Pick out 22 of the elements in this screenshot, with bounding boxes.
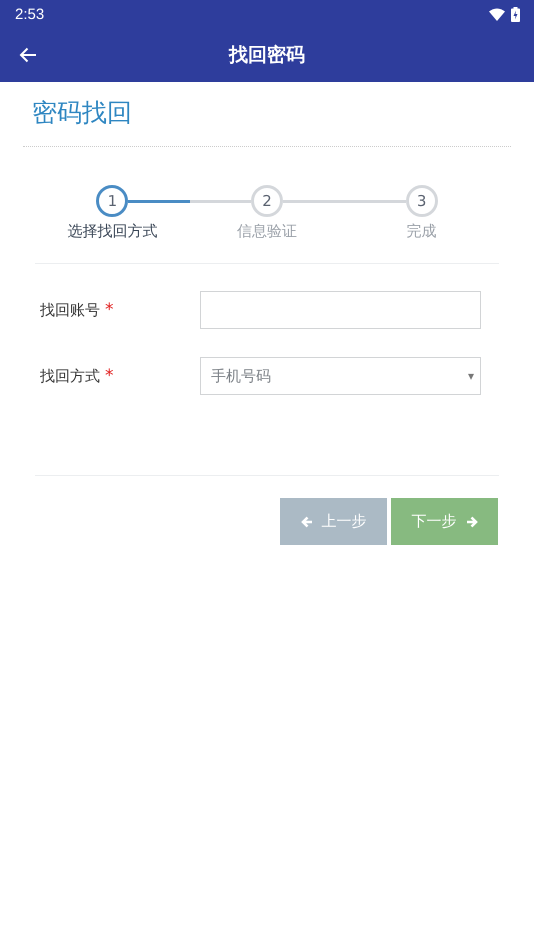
page-heading: 密码找回 — [32, 97, 133, 129]
step-circle: 1 — [96, 185, 128, 217]
previous-step-button[interactable]: 上一步 — [280, 498, 387, 545]
method-select-field[interactable]: 手机号码 ▾ — [200, 357, 481, 395]
field-label: 找回方式 — [40, 366, 100, 386]
required-mark: * — [105, 300, 114, 320]
left-arrow-icon — [300, 516, 312, 528]
back-arrow-icon — [19, 47, 37, 63]
next-step-button[interactable]: 下一步 — [391, 498, 498, 545]
step-label: 信息验证 — [237, 222, 297, 241]
step-circle: 2 — [251, 185, 284, 217]
account-input-field[interactable] — [200, 291, 481, 329]
wifi-icon — [489, 8, 505, 20]
step-circle: 3 — [406, 185, 438, 217]
battery-icon — [511, 6, 520, 22]
app-bar-title: 找回密码 — [229, 43, 305, 68]
required-mark: * — [105, 366, 114, 386]
status-time: 2:53 — [15, 6, 44, 22]
right-arrow-icon — [466, 516, 478, 528]
step-label: 选择找回方式 — [67, 222, 158, 241]
step-label: 完成 — [406, 222, 437, 241]
field-label: 找回账号 — [40, 300, 100, 320]
